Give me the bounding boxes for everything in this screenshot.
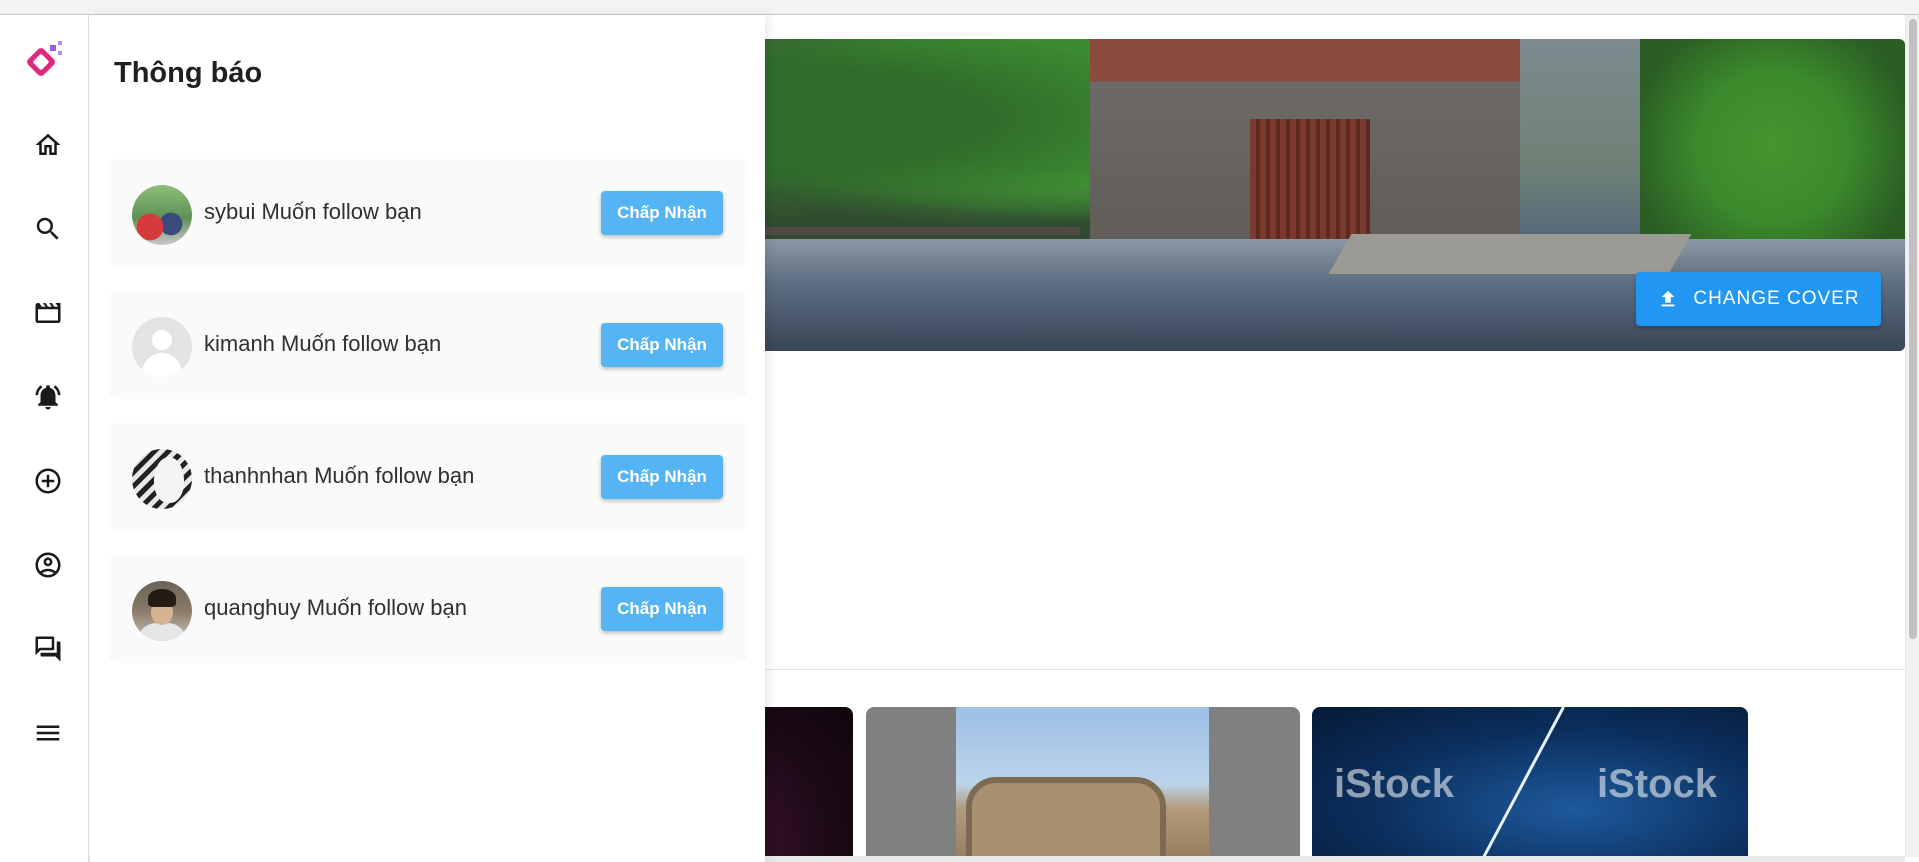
vertical-scrollbar[interactable] <box>1905 15 1919 857</box>
post-thumbnail[interactable]: iStock iStock <box>1312 707 1748 862</box>
notification-text: quanghuy Muốn follow bạn <box>204 595 467 620</box>
browser-top-edge <box>0 0 1919 15</box>
post-watermark: iStock <box>1334 762 1455 806</box>
notification-text: sybui Muốn follow bạn <box>204 199 422 224</box>
chat-icon <box>35 636 61 662</box>
rail-notifications[interactable] <box>24 373 72 421</box>
accept-follow-button[interactable]: Chấp Nhận <box>601 191 723 235</box>
notifications-drawer: Thông báo sybui Muốn follow bạn Chấp Nhậ… <box>90 15 765 862</box>
nav-rail <box>0 15 89 862</box>
notification-item: kimanh Muốn follow bạn Chấp Nhận <box>108 291 748 399</box>
avatar[interactable] <box>132 185 192 245</box>
avatar[interactable] <box>132 581 192 641</box>
scrollbar-thumb[interactable] <box>1909 19 1917 639</box>
account-circle-icon <box>35 552 61 578</box>
rail-reels[interactable] <box>24 289 72 337</box>
post-thumbnail[interactable] <box>866 707 1300 862</box>
menu-icon <box>36 725 60 741</box>
accept-follow-button[interactable]: Chấp Nhận <box>601 323 723 367</box>
profile-divider <box>640 669 1905 670</box>
upload-icon <box>1662 290 1675 307</box>
post-watermark: iStock <box>1597 762 1718 806</box>
notifications-icon <box>35 385 61 410</box>
drawer-title: Thông báo <box>114 57 263 89</box>
change-cover-label: CHANGE COVER <box>1693 288 1860 309</box>
rail-menu[interactable] <box>24 709 72 757</box>
notification-item: thanhnhan Muốn follow bạn Chấp Nhận <box>108 423 748 531</box>
reels-icon <box>35 303 61 323</box>
add-circle-icon <box>35 468 61 494</box>
notification-text: thanhnhan Muốn follow bạn <box>204 463 475 488</box>
avatar[interactable] <box>132 317 192 377</box>
rail-home[interactable] <box>24 121 72 169</box>
rail-messages[interactable] <box>24 625 72 673</box>
accept-follow-button[interactable]: Chấp Nhận <box>601 455 723 499</box>
avatar[interactable] <box>132 449 192 509</box>
notification-item: quanghuy Muốn follow bạn Chấp Nhận <box>108 555 748 663</box>
notification-text: kimanh Muốn follow bạn <box>204 331 442 356</box>
accept-follow-button[interactable]: Chấp Nhận <box>601 587 723 631</box>
search-icon <box>36 217 59 240</box>
notification-item: sybui Muốn follow bạn Chấp Nhận <box>108 159 748 267</box>
rail-search[interactable] <box>24 205 72 253</box>
change-cover-button[interactable]: CHANGE COVER <box>1636 272 1881 326</box>
rail-profile[interactable] <box>24 541 72 589</box>
home-icon <box>35 133 61 155</box>
app-logo-icon[interactable] <box>22 37 70 85</box>
rail-create[interactable] <box>24 457 72 505</box>
